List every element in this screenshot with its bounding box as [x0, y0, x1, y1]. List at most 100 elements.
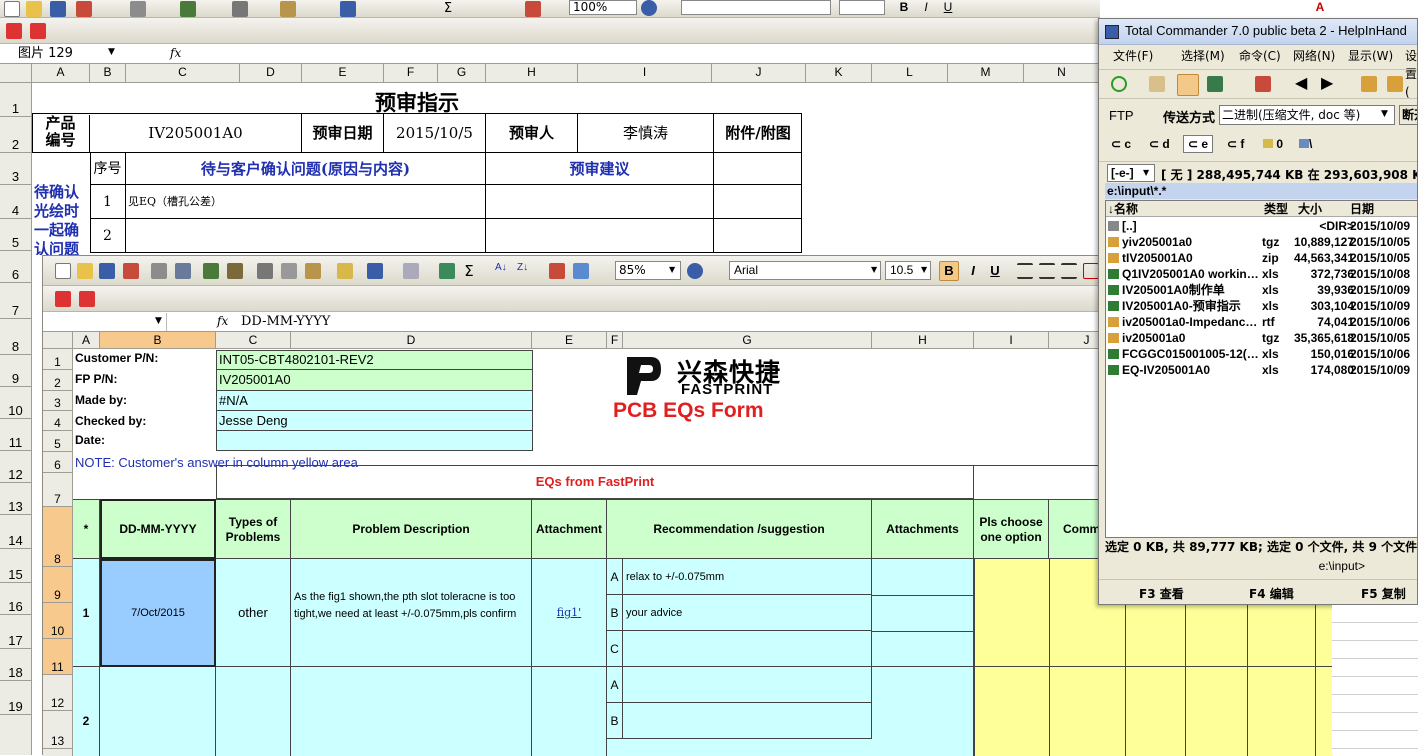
fx-icon[interactable]: fx — [170, 46, 181, 60]
made-by-value[interactable]: #N/A — [216, 391, 533, 411]
column-header[interactable]: J — [712, 64, 806, 82]
eq2-attachment[interactable] — [532, 667, 607, 756]
row-header[interactable]: 13 — [0, 483, 31, 515]
research-icon[interactable] — [227, 263, 243, 279]
customer-pn-value[interactable]: INT05-CBT4802101-REV2 — [216, 350, 533, 370]
row-header[interactable]: 6 — [0, 251, 31, 283]
align-center-icon[interactable] — [1039, 263, 1055, 279]
row-header[interactable]: 6 — [43, 452, 72, 473]
f4-edit-button[interactable]: F4 编辑 — [1249, 585, 1294, 602]
tc-command-line[interactable]: e:\input> — [1099, 557, 1417, 575]
column-header[interactable]: C — [216, 332, 291, 348]
refresh-icon[interactable] — [1111, 76, 1127, 92]
drive-c-button[interactable]: ⊂ c — [1111, 137, 1131, 151]
file-list-item[interactable]: IV205001A0-预审指示 xls 303,104 2015/10/09 — [1106, 298, 1417, 314]
permission-icon[interactable] — [76, 1, 92, 17]
row-header[interactable]: 19 — [0, 681, 31, 715]
tc-transfer-select[interactable]: 二进制(压缩文件, doc 等) — [1219, 105, 1395, 125]
permission-icon[interactable] — [123, 263, 139, 279]
column-header[interactable]: A — [32, 64, 90, 82]
open-icon[interactable] — [26, 1, 42, 17]
bold-icon[interactable]: B — [896, 0, 912, 16]
paste-icon[interactable] — [305, 263, 321, 279]
name-box-dropdown-icon[interactable]: ▼ — [155, 316, 162, 326]
pdf-icon[interactable] — [55, 291, 71, 307]
eq2-type[interactable] — [216, 667, 291, 756]
file-list-item[interactable]: iv205001a0 tgz 35,365,618 2015/10/05 — [1106, 330, 1417, 346]
align-left-icon[interactable] — [1017, 263, 1033, 279]
align-right-icon[interactable] — [1061, 263, 1077, 279]
tc-col-size[interactable]: 大小 — [1298, 201, 1322, 217]
row-header[interactable]: 4 — [0, 185, 31, 219]
tc-menu-file[interactable]: 文件(F) — [1113, 47, 1153, 65]
zoom-dropdown-icon[interactable]: ▼ — [669, 265, 675, 274]
new-icon[interactable] — [55, 263, 71, 279]
redo-icon[interactable] — [403, 263, 419, 279]
font-box[interactable]: Arial — [729, 261, 881, 280]
row-header[interactable]: 12 — [0, 451, 31, 483]
file-list-item[interactable]: IV205001A0制作单 xls 39,936 2015/10/09 — [1106, 282, 1417, 298]
paste-icon[interactable] — [280, 1, 296, 17]
row-header[interactable]: 4 — [43, 411, 72, 431]
chart-icon[interactable] — [549, 263, 565, 279]
spell-check-icon[interactable] — [180, 1, 196, 17]
column-header[interactable]: D — [291, 332, 532, 348]
tree-view-icon[interactable] — [1177, 74, 1199, 96]
formula-input[interactable]: DD-MM-YYYY — [241, 314, 330, 329]
font-box[interactable] — [681, 0, 831, 15]
column-header[interactable]: I — [974, 332, 1049, 348]
file-list-item[interactable]: Q1IV205001A0 workin… xls 372,736 2015/10/08 — [1106, 266, 1417, 282]
tc-col-name[interactable]: ↓名称 — [1108, 201, 1138, 217]
name-box[interactable]: 图片 129 — [0, 45, 120, 63]
row-header[interactable]: 14 — [0, 515, 31, 549]
file-list-item[interactable]: iv205001a0-Impedanc… rtf 74,041 2015/10/06 — [1106, 314, 1417, 330]
back-arrow-icon[interactable]: ◀ — [1295, 75, 1311, 92]
open-icon[interactable] — [77, 263, 93, 279]
eq2-choice-area[interactable] — [974, 667, 1333, 756]
undo-icon[interactable] — [367, 263, 383, 279]
row-header[interactable]: 13 — [43, 711, 72, 749]
pack-icon[interactable] — [1361, 76, 1377, 92]
row-header[interactable]: 7 — [0, 283, 31, 319]
print-icon[interactable] — [151, 263, 167, 279]
row-header[interactable]: 2 — [0, 117, 31, 153]
row-header[interactable]: 1 — [0, 83, 31, 117]
row-header[interactable]: 17 — [0, 615, 31, 649]
save-icon[interactable] — [50, 1, 66, 17]
brief-view-icon[interactable] — [1149, 76, 1165, 92]
pdf-icon[interactable] — [6, 23, 22, 39]
eq1-date[interactable]: 7/Oct/2015 — [100, 559, 216, 667]
tc-col-date[interactable]: 日期 — [1350, 201, 1374, 217]
tc-col-type[interactable]: 类型 — [1264, 201, 1288, 217]
underline-icon[interactable]: U — [940, 0, 956, 16]
checked-by-value[interactable]: Jesse Deng — [216, 411, 533, 431]
pdf-settings-icon[interactable] — [79, 291, 95, 307]
row-header[interactable]: 5 — [43, 431, 72, 452]
column-header[interactable]: K — [806, 64, 872, 82]
column-header[interactable]: A — [73, 332, 100, 348]
italic-icon[interactable]: I — [965, 263, 981, 279]
tc-disconnect-button[interactable]: 断开 — [1399, 105, 1417, 125]
help-icon[interactable] — [641, 0, 657, 16]
invert-selection-icon[interactable] — [1255, 76, 1271, 92]
name-box-dropdown-icon[interactable]: ▼ — [108, 47, 115, 57]
column-header[interactable]: B — [100, 332, 216, 348]
underline-icon[interactable]: U — [987, 263, 1003, 279]
drive-d-button[interactable]: ⊂ d — [1149, 137, 1170, 151]
column-header[interactable]: M — [948, 64, 1024, 82]
cut-icon[interactable] — [232, 1, 248, 17]
thumbnail-icon[interactable] — [1207, 76, 1223, 92]
chart-icon[interactable] — [525, 1, 541, 17]
font-size-dropdown-icon[interactable]: ▼ — [921, 265, 927, 274]
row-header[interactable]: 2 — [43, 370, 72, 391]
row-header[interactable]: 7 — [43, 473, 72, 507]
print-icon[interactable] — [130, 1, 146, 17]
tc-menu-command[interactable]: 命令(C) — [1239, 47, 1281, 65]
file-list-item[interactable]: [..] <DIR> 2015/10/09 — [1106, 218, 1417, 234]
row-header[interactable]: 1 — [43, 349, 72, 370]
column-header[interactable]: E — [302, 64, 384, 82]
row-header[interactable]: 11 — [0, 419, 31, 451]
column-header[interactable]: D — [240, 64, 302, 82]
eq1-attachment-link[interactable]: fig1' — [532, 559, 607, 667]
eq2-option-a-text[interactable] — [623, 667, 872, 703]
